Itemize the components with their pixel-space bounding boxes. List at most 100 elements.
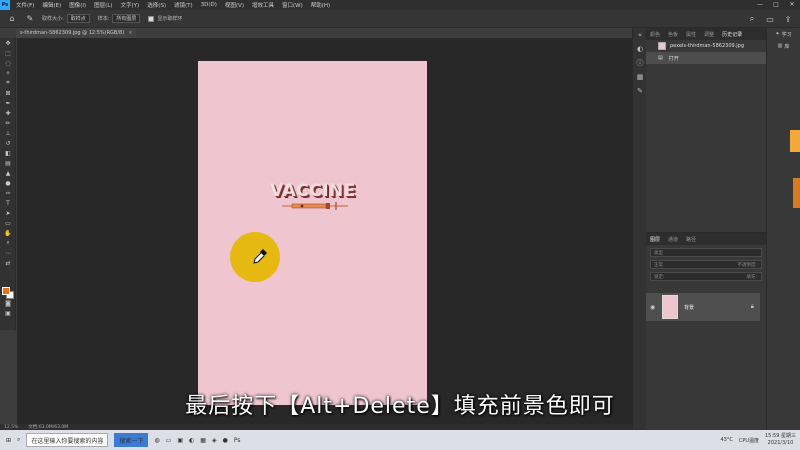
menu-help[interactable]: 帮助(H) bbox=[311, 1, 330, 9]
search-icon[interactable]: ⌕ bbox=[746, 13, 758, 25]
collapse-panels-icon[interactable]: « bbox=[633, 28, 647, 42]
library-button[interactable]: ▥ 库 bbox=[767, 40, 800, 52]
search-icon[interactable]: ⌕ bbox=[17, 433, 20, 447]
windows-start-icon[interactable]: ⊞ bbox=[6, 433, 11, 447]
layer-kind-filter[interactable]: 类型 bbox=[650, 248, 762, 257]
opacity-label: 不透明度: bbox=[737, 262, 757, 268]
lock-row: 锁定: 填充: bbox=[650, 272, 762, 281]
visibility-eye-icon[interactable]: ◉ bbox=[650, 304, 658, 311]
menu-image[interactable]: 图像(I) bbox=[69, 1, 86, 9]
taskbar-active-app[interactable]: 搜索一下 bbox=[114, 433, 149, 447]
snapshot-thumbnail bbox=[658, 42, 666, 50]
pen-tool-icon[interactable]: ✑ bbox=[0, 188, 16, 198]
lock-label: 锁定: bbox=[654, 274, 665, 280]
blend-mode-value: 正常 bbox=[654, 262, 663, 268]
zoom-tool-icon[interactable]: ⌕ bbox=[0, 238, 16, 248]
info-panel-icon[interactable]: ⓘ bbox=[633, 56, 647, 70]
share-icon[interactable]: ⇪ bbox=[782, 13, 794, 25]
photoshop-taskbar-icon[interactable]: Ps bbox=[234, 433, 241, 447]
tab-channels[interactable]: 通道 bbox=[668, 236, 678, 243]
quick-select-tool-icon[interactable]: ✧ bbox=[0, 68, 16, 78]
app-icon[interactable]: ▣ bbox=[177, 433, 183, 447]
app-icon[interactable]: ◈ bbox=[212, 433, 217, 447]
maximize-button[interactable]: □ bbox=[768, 0, 784, 10]
app-icon[interactable]: ● bbox=[223, 433, 228, 447]
app-icon[interactable]: ▦ bbox=[200, 433, 206, 447]
menu-type[interactable]: 文字(Y) bbox=[121, 1, 140, 9]
document-tab[interactable]: s-thirdman-5862309.jpg @ 12.5%(RGB/8) × bbox=[16, 28, 137, 38]
menu-edit[interactable]: 编辑(E) bbox=[42, 1, 61, 9]
tab-color[interactable]: 颜色 bbox=[650, 31, 660, 38]
explorer-icon[interactable]: ▭ bbox=[166, 433, 172, 447]
menu-filter[interactable]: 滤镜(T) bbox=[174, 1, 193, 9]
blur-tool-icon[interactable]: ▲ bbox=[0, 168, 16, 178]
marquee-tool-icon[interactable]: ⬚ bbox=[0, 48, 16, 58]
browser-icon[interactable]: ◍ bbox=[154, 433, 159, 447]
sample-label: 样本: bbox=[97, 16, 110, 22]
quick-mask-icon[interactable]: ◙ bbox=[0, 298, 16, 308]
swap-colors-icon[interactable]: ⇄ bbox=[0, 258, 16, 268]
lock-icon[interactable]: 🔒︎ bbox=[751, 303, 754, 311]
tab-swatches[interactable]: 色板 bbox=[668, 31, 678, 38]
taskbar-search-box[interactable]: 在这里输入你要搜索的内容 bbox=[26, 433, 109, 447]
sample-select[interactable]: 所有图层 bbox=[112, 14, 141, 23]
shape-tool-icon[interactable]: ▭ bbox=[0, 218, 16, 228]
menu-plugins[interactable]: 增效工具 bbox=[252, 1, 274, 9]
healing-brush-icon[interactable]: ✚ bbox=[0, 108, 16, 118]
canvas-vaccine-text: VACCINE bbox=[270, 181, 356, 201]
tab-history[interactable]: 历史记录 bbox=[722, 31, 742, 38]
home-icon[interactable]: ⌂ bbox=[6, 13, 18, 25]
actions-panel-icon[interactable]: ▦ bbox=[633, 70, 647, 84]
tab-properties[interactable]: 属性 bbox=[686, 31, 696, 38]
stamp-tool-icon[interactable]: ⊥ bbox=[0, 128, 16, 138]
clock[interactable]: 15:59 星期三 2021/3/10 bbox=[765, 433, 796, 447]
menu-view[interactable]: 视图(V) bbox=[225, 1, 244, 9]
dodge-tool-icon[interactable]: ● bbox=[0, 178, 16, 188]
brush-settings-icon[interactable]: ✎ bbox=[633, 84, 647, 98]
eyedropper-icon[interactable]: ✒ bbox=[0, 98, 16, 108]
eraser-tool-icon[interactable]: ◧ bbox=[0, 148, 16, 158]
lasso-tool-icon[interactable]: ◌ bbox=[0, 58, 16, 68]
photoshop-logo[interactable]: Ps bbox=[0, 0, 10, 10]
tab-layers[interactable]: 图层 bbox=[650, 236, 660, 243]
menu-3d[interactable]: 3D(D) bbox=[201, 2, 217, 8]
tab-paths[interactable]: 路径 bbox=[686, 236, 696, 243]
tab-adjustments[interactable]: 调整 bbox=[704, 31, 714, 38]
history-panel-icon[interactable]: ◐ bbox=[633, 42, 647, 56]
app-icon[interactable]: ◐ bbox=[189, 433, 194, 447]
gradient-tool-icon[interactable]: ▤ bbox=[0, 158, 16, 168]
hand-tool-icon[interactable]: ✋ bbox=[0, 228, 16, 238]
history-item-open[interactable]: ▤ 打开 bbox=[646, 52, 766, 64]
eyedropper-tool-icon[interactable]: ✎ bbox=[24, 13, 36, 25]
more-tools-icon[interactable]: ⋯ bbox=[0, 248, 16, 258]
close-tab-icon[interactable]: × bbox=[128, 30, 132, 36]
blend-mode-select[interactable]: 正常 不透明度: bbox=[650, 260, 762, 269]
path-select-icon[interactable]: ➤ bbox=[0, 208, 16, 218]
type-tool-icon[interactable]: T bbox=[0, 198, 16, 208]
frame-tool-icon[interactable]: ⊠ bbox=[0, 88, 16, 98]
clock-date: 2021/3/10 bbox=[767, 440, 794, 446]
move-tool-icon[interactable]: ✥ bbox=[0, 38, 16, 48]
menu-layer[interactable]: 图层(L) bbox=[94, 1, 112, 9]
document-canvas[interactable] bbox=[198, 61, 427, 405]
minimize-button[interactable]: — bbox=[752, 0, 768, 10]
screen-mode-icon[interactable]: ▣ bbox=[0, 308, 16, 318]
menu-file[interactable]: 文件(F) bbox=[16, 1, 34, 9]
library-icon: ▥ bbox=[777, 43, 783, 49]
close-button[interactable]: ✕ bbox=[784, 0, 800, 10]
sample-size-select[interactable]: 取样点 bbox=[66, 14, 90, 23]
eyedropper-cursor-icon bbox=[253, 249, 267, 264]
layer-row-background[interactable]: ◉ 背景 🔒︎ bbox=[646, 293, 760, 321]
history-snapshot[interactable]: pexels-thirdman-5862309.jpg bbox=[646, 40, 766, 52]
history-panel: 颜色 色板 属性 调整 历史记录 pexels-thirdman-5862309… bbox=[646, 28, 766, 232]
foreground-color-swatch[interactable] bbox=[2, 287, 10, 295]
menu-select[interactable]: 选择(S) bbox=[147, 1, 166, 9]
history-brush-icon[interactable]: ↺ bbox=[0, 138, 16, 148]
show-ring-checkbox[interactable] bbox=[148, 15, 155, 22]
menu-window[interactable]: 窗口(W) bbox=[282, 1, 303, 9]
zoom-level[interactable]: 12.5% bbox=[4, 425, 18, 430]
brush-tool-icon[interactable]: ✏ bbox=[0, 118, 16, 128]
crop-tool-icon[interactable]: ⌗ bbox=[0, 78, 16, 88]
workspace-icon[interactable]: ▭ bbox=[764, 13, 776, 25]
learn-button[interactable]: ✦ 学习 bbox=[767, 28, 800, 40]
